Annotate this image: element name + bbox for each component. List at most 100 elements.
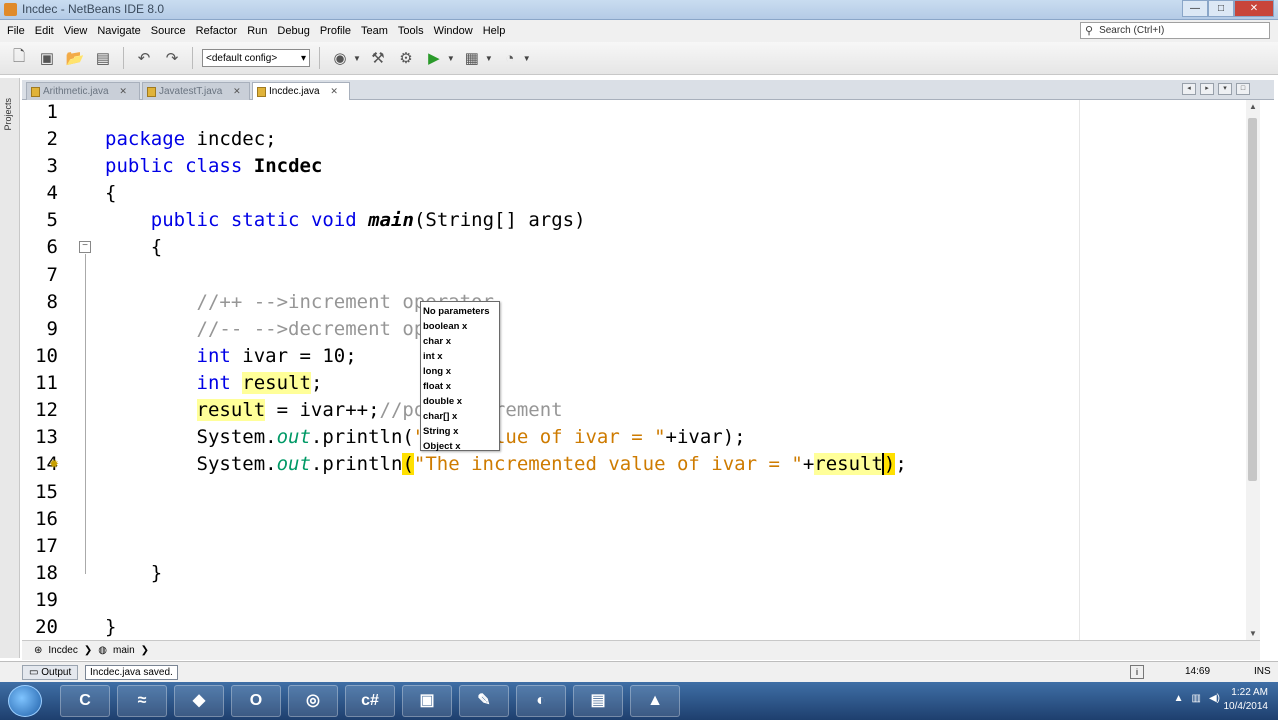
fold-collapse-icon[interactable]: − — [79, 241, 91, 253]
hint-item[interactable]: String x — [423, 424, 497, 439]
debug-icon[interactable]: ▦ — [461, 47, 483, 69]
new-project-icon[interactable]: ▣ — [36, 47, 58, 69]
start-button[interactable] — [8, 685, 42, 717]
windows-taskbar: C ≈ ◆ O ◎ c# ▣ ✎ ◐ ▤ ▲ ▲ ▥ ◀) 1:22 AM 10… — [0, 682, 1278, 720]
menu-run[interactable]: Run — [242, 25, 272, 37]
network-icon[interactable]: ▥ — [1192, 693, 1201, 704]
open-project-icon[interactable]: 📂 — [64, 47, 86, 69]
firefox-icon[interactable]: ◐ — [516, 685, 566, 717]
caret-position: 14:69 — [1185, 666, 1211, 677]
clock-date: 10/4/2014 — [1223, 701, 1269, 712]
menu-debug[interactable]: Debug — [272, 25, 314, 37]
close-icon[interactable]: ✕ — [119, 86, 127, 96]
menu-source[interactable]: Source — [146, 25, 191, 37]
tab-javatest[interactable]: JavatestT.java ✕ — [142, 82, 250, 100]
scroll-up-icon[interactable]: ▲ — [1249, 102, 1257, 111]
scroll-tabs-left-icon[interactable]: ◂ — [1182, 83, 1196, 95]
chrome-icon[interactable]: ◎ — [288, 685, 338, 717]
run-icon[interactable]: ▶ — [423, 47, 445, 69]
maximize-button[interactable]: □ — [1208, 0, 1234, 17]
clean-build-icon[interactable]: ⚙ — [395, 47, 417, 69]
hint-item[interactable]: int x — [423, 349, 497, 364]
chevron-down-icon[interactable]: ▼ — [485, 54, 493, 63]
tab-arithmetic[interactable]: Arithmetic.java ✕ — [26, 82, 140, 100]
hint-lightbulb-icon[interactable]: ✹ — [49, 457, 59, 471]
chevron-right-icon: ❯ — [83, 645, 93, 656]
volume-icon[interactable]: ◀) — [1209, 693, 1220, 704]
taskbar-clock[interactable]: 1:22 AM 10/4/2014 — [1224, 686, 1269, 714]
line-number: 3 — [46, 155, 58, 177]
window-title: Incdec - NetBeans IDE 8.0 — [22, 2, 165, 16]
breadcrumb-method[interactable]: main — [113, 645, 135, 656]
line-number: 8 — [46, 291, 58, 313]
window-controls: — □ ✕ — [1182, 0, 1274, 18]
hint-item[interactable]: float x — [423, 379, 497, 394]
show-opened-documents-icon[interactable]: ▾ — [1218, 83, 1232, 95]
chevron-down-icon[interactable]: ▼ — [353, 54, 361, 63]
redo-icon[interactable]: ↷ — [161, 47, 183, 69]
hint-item[interactable]: double x — [423, 394, 497, 409]
search-icon: ⚲ — [1085, 25, 1094, 37]
tab-label: Arithmetic.java — [43, 86, 109, 97]
menu-navigate[interactable]: Navigate — [92, 25, 145, 37]
undo-icon[interactable]: ↶ — [133, 47, 155, 69]
line-number: 10 — [35, 345, 58, 367]
line-number: 5 — [46, 209, 58, 231]
menu-team[interactable]: Team — [356, 25, 393, 37]
search-placeholder: Search (Ctrl+I) — [1099, 25, 1165, 36]
hint-item[interactable]: Object x — [423, 439, 497, 454]
csharp-icon[interactable]: c# — [345, 685, 395, 717]
menu-help[interactable]: Help — [478, 25, 511, 37]
netbeans-taskbar-icon[interactable]: ▣ — [402, 685, 452, 717]
projects-side-tab[interactable]: Projects — [3, 98, 17, 131]
chevron-down-icon[interactable]: ▼ — [523, 54, 531, 63]
line-number: 9 — [46, 318, 58, 340]
hint-item[interactable]: long x — [423, 364, 497, 379]
menu-view[interactable]: View — [59, 25, 93, 37]
breadcrumb-class[interactable]: Incdec — [48, 645, 77, 656]
menu-window[interactable]: Window — [429, 25, 478, 37]
tab-incdec[interactable]: Incdec.java ✕ — [252, 82, 350, 101]
scroll-tabs-right-icon[interactable]: ▸ — [1200, 83, 1214, 95]
hint-item[interactable]: char[] x — [423, 409, 497, 424]
explorer-icon[interactable]: ▤ — [573, 685, 623, 717]
minimize-button[interactable]: — — [1182, 0, 1208, 17]
main-toolbar: 🗋 ▣ 📂 ▤ ↶ ↷ <default config> ▾ ◉ ▼ ⚒ ⚙ ▶… — [0, 42, 1278, 75]
scroll-down-icon[interactable]: ▼ — [1249, 629, 1257, 638]
save-all-icon[interactable]: ▤ — [92, 47, 114, 69]
menu-refactor[interactable]: Refactor — [191, 25, 243, 37]
profile-icon[interactable]: ◔ — [499, 47, 521, 69]
taskbar-app-icon[interactable]: ◆ — [174, 685, 224, 717]
target-icon[interactable]: ◉ — [329, 47, 351, 69]
config-select[interactable]: <default config> ▾ — [202, 49, 310, 67]
menu-tools[interactable]: Tools — [393, 25, 429, 37]
menu-edit[interactable]: Edit — [30, 25, 59, 37]
maximize-editor-icon[interactable]: □ — [1236, 83, 1250, 95]
menu-profile[interactable]: Profile — [315, 25, 356, 37]
close-icon[interactable]: ✕ — [330, 86, 338, 96]
close-window-button[interactable]: ✕ — [1234, 0, 1274, 17]
taskbar-app-icon[interactable]: ≈ — [117, 685, 167, 717]
code-editor[interactable]: 1 2 3 4 5 6 7 8 9 10 11 12 13 14 15 16 1… — [22, 100, 1260, 640]
opera-icon[interactable]: O — [231, 685, 281, 717]
tray-arrow-icon[interactable]: ▲ — [1174, 693, 1184, 704]
scrollbar-thumb[interactable] — [1248, 118, 1257, 481]
menu-file[interactable]: File — [2, 25, 30, 37]
notifications-icon[interactable]: i — [1130, 665, 1144, 679]
build-hammer-icon[interactable]: ⚒ — [367, 47, 389, 69]
editor-tab-bar: Arithmetic.java ✕ JavatestT.java ✕ Incde… — [22, 80, 1274, 101]
close-icon[interactable]: ✕ — [233, 86, 241, 96]
taskbar-app-icon[interactable]: ✎ — [459, 685, 509, 717]
hint-item[interactable]: No parameters — [423, 304, 497, 319]
hint-item[interactable]: char x — [423, 334, 497, 349]
search-input[interactable]: ⚲ Search (Ctrl+I) — [1080, 22, 1270, 39]
line-number: 11 — [35, 372, 58, 394]
chevron-down-icon[interactable]: ▼ — [447, 54, 455, 63]
new-file-icon[interactable]: 🗋 — [8, 47, 30, 69]
output-tab[interactable]: ▭ Output — [22, 665, 79, 680]
status-bar: ▭ Output Incdec.java saved. i 14:69 INS — [0, 661, 1278, 682]
vertical-scrollbar[interactable]: ▲ ▼ — [1246, 100, 1260, 640]
taskbar-app-icon[interactable]: C — [60, 685, 110, 717]
vlc-icon[interactable]: ▲ — [630, 685, 680, 717]
hint-item[interactable]: boolean x — [423, 319, 497, 334]
